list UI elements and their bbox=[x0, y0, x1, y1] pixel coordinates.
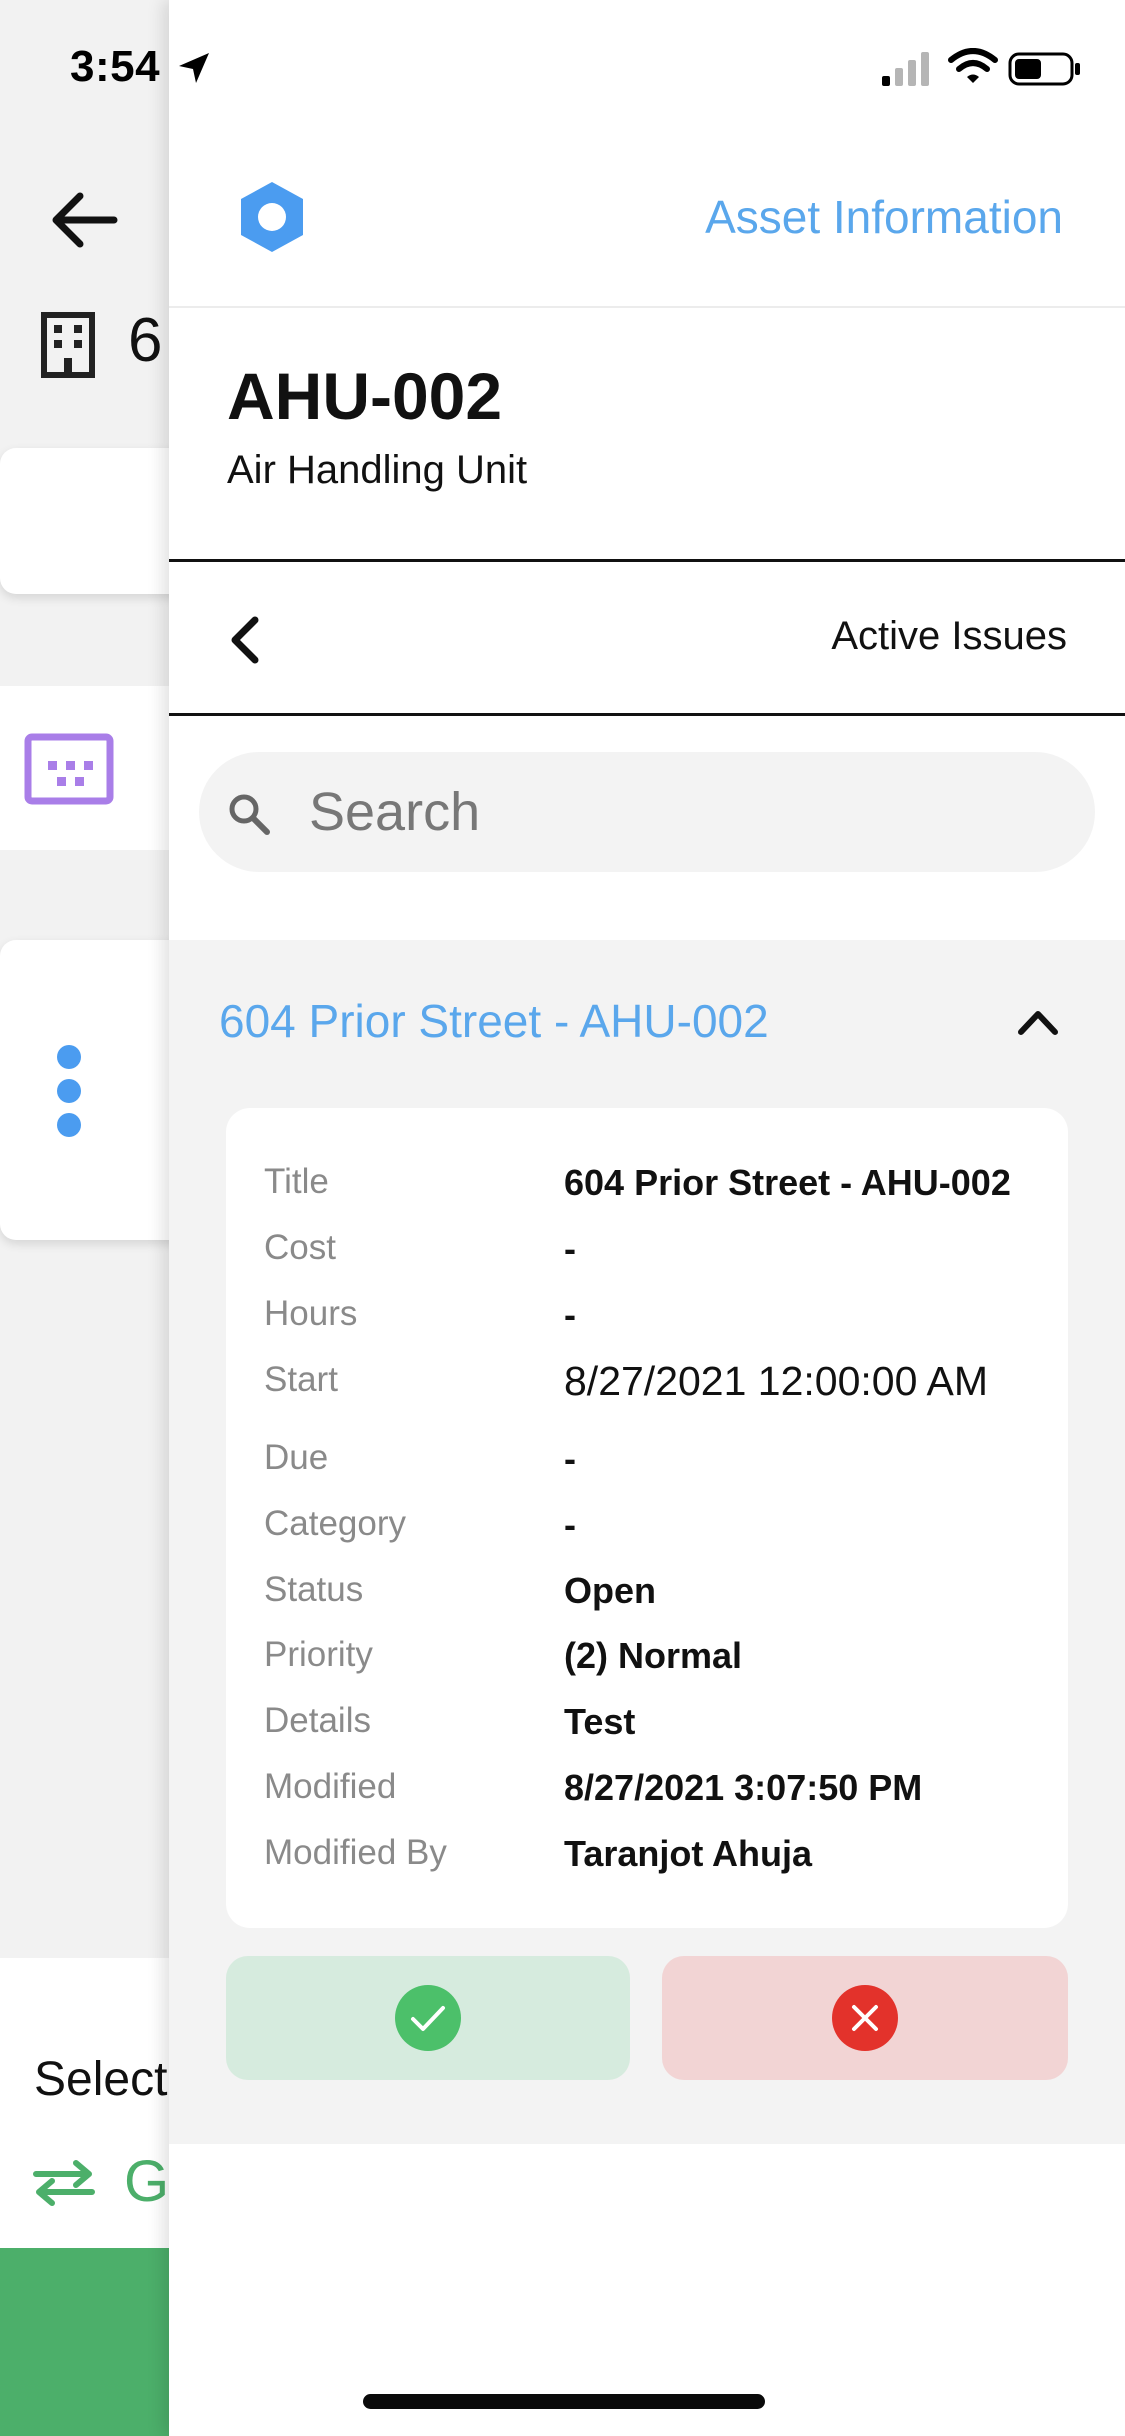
battery-icon bbox=[1008, 52, 1080, 86]
detail-row-priority: Priority (2) Normal bbox=[226, 1635, 1068, 1695]
wifi-icon bbox=[948, 48, 998, 83]
home-indicator[interactable] bbox=[363, 2394, 765, 2409]
detail-row-status: Status Open bbox=[226, 1570, 1068, 1630]
background-green-text: G bbox=[124, 2149, 170, 2214]
detail-row-modified: Modified 8/27/2021 3:07:50 PM bbox=[226, 1767, 1068, 1827]
nav-title: Active Issues bbox=[831, 614, 1067, 658]
asset-summary: AHU-002 Air Handling Unit bbox=[169, 308, 1125, 562]
detail-value: Open bbox=[564, 1570, 657, 1611]
detail-value: Taranjot Ahuja bbox=[564, 1833, 813, 1874]
detail-value: 8/27/2021 3:07:50 PM bbox=[564, 1767, 923, 1808]
detail-label: Priority bbox=[264, 1635, 373, 1674]
detail-row-title: Title 604 Prior Street - AHU-002 bbox=[226, 1162, 1068, 1222]
search-icon bbox=[229, 794, 270, 835]
detail-label: Modified bbox=[264, 1767, 397, 1806]
detail-row-modified-by: Modified By Taranjot Ahuja bbox=[226, 1833, 1068, 1893]
detail-label: Start bbox=[264, 1360, 338, 1399]
chevron-up-icon[interactable] bbox=[1013, 1000, 1063, 1044]
chevron-left-icon[interactable] bbox=[219, 612, 275, 668]
detail-label: Modified By bbox=[264, 1833, 447, 1872]
location-arrow-icon bbox=[179, 53, 209, 83]
detail-value: - bbox=[564, 1438, 576, 1479]
detail-row-start: Start 8/27/2021 12:00:00 AM bbox=[226, 1358, 1068, 1420]
accept-button[interactable] bbox=[226, 1956, 630, 2080]
detail-row-hours: Hours - bbox=[226, 1294, 1068, 1354]
detail-label: Status bbox=[264, 1570, 364, 1609]
detail-label: Due bbox=[264, 1438, 329, 1477]
detail-label: Details bbox=[264, 1701, 371, 1740]
checkmark-circle-icon bbox=[395, 1985, 461, 2051]
asset-information-drawer: Asset Information AHU-002 Air Handling U… bbox=[169, 0, 1125, 2436]
detail-row-cost: Cost - bbox=[226, 1228, 1068, 1288]
issues-nav-bar: Active Issues bbox=[169, 562, 1125, 716]
detail-label: Category bbox=[264, 1504, 407, 1543]
detail-label: Title bbox=[264, 1162, 329, 1201]
detail-row-due: Due - bbox=[226, 1438, 1068, 1498]
detail-value: - bbox=[564, 1294, 576, 1335]
more-vertical-icon[interactable] bbox=[56, 1044, 82, 1138]
detail-label: Cost bbox=[264, 1228, 336, 1267]
cellular-signal-icon bbox=[882, 52, 929, 86]
swap-icon[interactable] bbox=[32, 2160, 96, 2206]
detail-label: Hours bbox=[264, 1294, 358, 1333]
detail-value: - bbox=[564, 1228, 576, 1269]
back-arrow-icon[interactable] bbox=[44, 180, 124, 260]
search-bar[interactable] bbox=[199, 752, 1095, 872]
detail-value: 8/27/2021 12:00:00 AM bbox=[564, 1358, 989, 1404]
detail-value: Test bbox=[564, 1701, 636, 1742]
close-circle-icon bbox=[832, 1985, 898, 2051]
issue-heading: 604 Prior Street - AHU-002 bbox=[219, 995, 769, 1047]
reject-button[interactable] bbox=[662, 1956, 1068, 2080]
detail-row-details: Details Test bbox=[226, 1701, 1068, 1761]
drawer-header: Asset Information bbox=[169, 150, 1125, 308]
detail-row-category: Category - bbox=[226, 1504, 1068, 1564]
header-number: 6 bbox=[128, 306, 163, 375]
issue-accordion: 604 Prior Street - AHU-002 Title 604 Pri… bbox=[169, 940, 1125, 2144]
building-icon bbox=[41, 312, 95, 378]
hexagon-logo-icon bbox=[241, 182, 303, 252]
select-label: Select bbox=[34, 2053, 168, 2106]
search-input[interactable] bbox=[309, 772, 1069, 852]
issue-accordion-header[interactable]: 604 Prior Street - AHU-002 bbox=[169, 940, 1125, 1106]
asset-id: AHU-002 bbox=[227, 359, 503, 433]
asset-type: Air Handling Unit bbox=[227, 448, 528, 492]
detail-value: 604 Prior Street - AHU-002 bbox=[564, 1162, 1011, 1203]
detail-value: (2) Normal bbox=[564, 1635, 743, 1676]
status-time: 3:54 bbox=[70, 42, 161, 91]
issue-detail-card: Title 604 Prior Street - AHU-002 Cost - … bbox=[226, 1108, 1068, 1928]
asset-information-link[interactable]: Asset Information bbox=[705, 190, 1063, 244]
detail-value: - bbox=[564, 1504, 576, 1545]
keyboard-icon[interactable] bbox=[24, 733, 114, 805]
